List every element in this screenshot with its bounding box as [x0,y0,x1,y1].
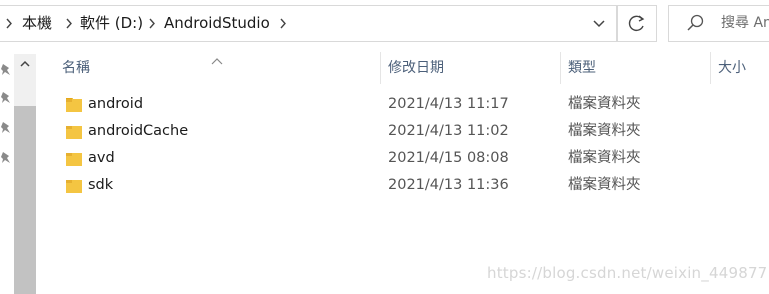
column-header-size[interactable]: 大小 [718,52,746,84]
pin-icon[interactable] [0,120,12,134]
column-header-date[interactable]: 修改日期 [388,52,444,84]
breadcrumb-androidstudio[interactable]: AndroidStudio [164,6,270,41]
address-bar-row: 本機 軟件 (D:) AndroidStudio 搜尋 An [0,0,769,46]
refresh-icon [618,15,656,45]
pin-icon[interactable] [0,90,12,104]
nav-scrollbar-thumb[interactable] [14,106,36,294]
column-divider[interactable] [710,52,711,84]
file-name: android [88,96,144,112]
chevron-down-icon [585,20,615,45]
breadcrumb-this-pc[interactable]: 本機 [22,6,52,41]
column-header-name[interactable]: 名稱 [62,52,90,84]
file-row[interactable]: sdk 2021/4/13 11:36 檔案資料夾 [58,172,769,199]
folder-icon [66,97,82,112]
file-row[interactable]: android 2021/4/13 11:17 檔案資料夾 [58,91,769,118]
file-type: 檔案資料夾 [568,177,641,193]
navigation-pane [0,46,38,294]
file-type: 檔案資料夾 [568,96,641,112]
breadcrumb-drive-d[interactable]: 軟件 (D:) [80,6,143,41]
chevron-right-icon[interactable] [4,6,14,41]
pin-icon[interactable] [0,150,12,164]
file-type: 檔案資料夾 [568,150,641,166]
file-row[interactable]: androidCache 2021/4/13 11:02 檔案資料夾 [58,118,769,145]
chevron-right-icon[interactable] [64,6,74,41]
folder-icon [66,151,82,166]
file-date: 2021/4/13 11:17 [388,96,509,112]
address-bar[interactable]: 本機 軟件 (D:) AndroidStudio [0,5,617,42]
file-type: 檔案資料夾 [568,123,641,139]
file-name: avd [88,150,115,166]
chevron-up-icon [14,59,36,78]
scroll-up-button[interactable] [14,54,36,74]
file-name: androidCache [88,123,189,139]
file-date: 2021/4/15 08:08 [388,150,509,166]
column-divider[interactable] [560,52,561,84]
folder-icon [66,124,82,139]
column-header-type[interactable]: 類型 [568,52,596,84]
file-row[interactable]: avd 2021/4/15 08:08 檔案資料夾 [58,145,769,172]
column-divider[interactable] [380,52,381,84]
search-box[interactable]: 搜尋 An [668,5,769,42]
sort-up-icon [211,50,223,65]
chevron-right-icon[interactable] [147,6,157,41]
file-date: 2021/4/13 11:02 [388,123,509,139]
folder-icon [66,178,82,193]
file-name: sdk [88,177,114,193]
refresh-button[interactable] [617,5,657,42]
search-placeholder: 搜尋 An [721,15,769,31]
search-icon [685,6,707,41]
watermark: https://blog.csdn.net/weixin_44987713 [487,264,769,282]
pin-icon[interactable] [0,62,12,76]
file-date: 2021/4/13 11:36 [388,177,509,193]
address-history-dropdown[interactable] [585,6,615,41]
chevron-right-icon[interactable] [278,6,288,41]
